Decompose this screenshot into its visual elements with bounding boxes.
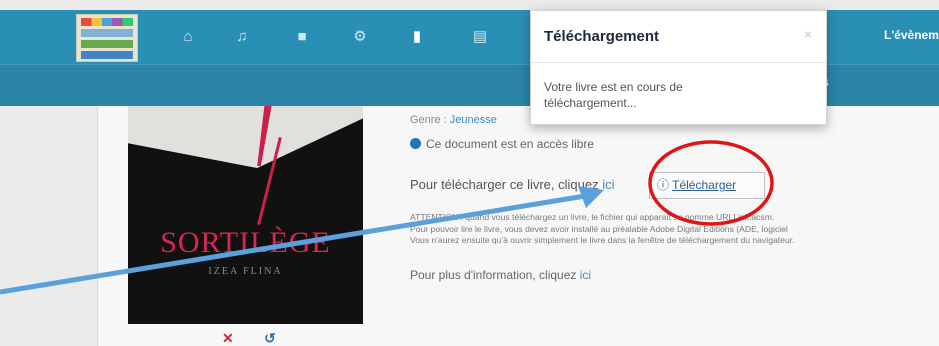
download-icon: ⓘ <box>657 178 670 192</box>
attention-line: ATTENTION : quand vous téléchargez un li… <box>410 212 775 222</box>
cover-collar <box>128 106 363 168</box>
modal-message: Votre livre est en cours de téléchargeme… <box>544 80 683 110</box>
download-prompt-text: Pour télécharger ce livre, cliquez <box>410 177 599 192</box>
close-icon[interactable]: × <box>804 26 812 42</box>
share-icon[interactable]: ↺ <box>264 330 282 346</box>
download-modal: Téléchargement × Votre livre est en cour… <box>530 10 827 125</box>
attention-line: Pour pouvoir lire le livre, vous devez a… <box>410 223 788 234</box>
download-button-label: Télécharger <box>672 178 737 192</box>
more-info-link[interactable]: ici <box>580 268 591 282</box>
more-info-line: Pour plus d'information, cliquez ici <box>410 268 591 282</box>
site-logo[interactable] <box>76 14 138 62</box>
attention-notice: ATTENTION : quand vous téléchargez un li… <box>410 212 795 247</box>
free-access-text: Ce document est en accès libre <box>426 137 595 151</box>
modal-header: Téléchargement × <box>531 11 826 63</box>
remove-icon[interactable]: ✕ <box>222 330 240 346</box>
newspaper-icon[interactable]: ▤ <box>468 26 492 48</box>
download-prompt: Pour télécharger ce livre, cliquez ici <box>410 177 615 192</box>
genre-label: Genre : <box>410 114 447 126</box>
free-access-line: Ce document est en accès libre <box>410 137 594 151</box>
nav-item-evenements[interactable]: L'évènem <box>884 28 939 42</box>
video-icon[interactable]: ■ <box>290 26 314 48</box>
cover-title: SORTILÈGE <box>160 226 331 259</box>
cover-author: IZEA FLINA <box>208 266 283 277</box>
globe-icon <box>410 138 421 149</box>
more-info-text: Pour plus d'information, cliquez <box>410 268 577 282</box>
genre-line: Genre : Jeunesse <box>410 114 497 126</box>
genre-value[interactable]: Jeunesse <box>450 114 497 126</box>
book-cover: SORTILÈGE IZEA FLINA <box>128 106 363 324</box>
home-icon[interactable]: ⌂ <box>176 26 200 48</box>
gears-icon[interactable]: ⚙ <box>348 26 372 48</box>
music-icon[interactable]: ♫ <box>230 26 254 48</box>
book-icon[interactable]: ▮ <box>405 26 429 48</box>
attention-line: Vous n'aurez ensuite qu'à ouvrir simplem… <box>410 235 795 245</box>
download-prompt-link[interactable]: ici <box>602 177 614 192</box>
modal-title: Téléchargement <box>544 28 660 45</box>
download-button[interactable]: ⓘ Télécharger <box>649 172 765 199</box>
